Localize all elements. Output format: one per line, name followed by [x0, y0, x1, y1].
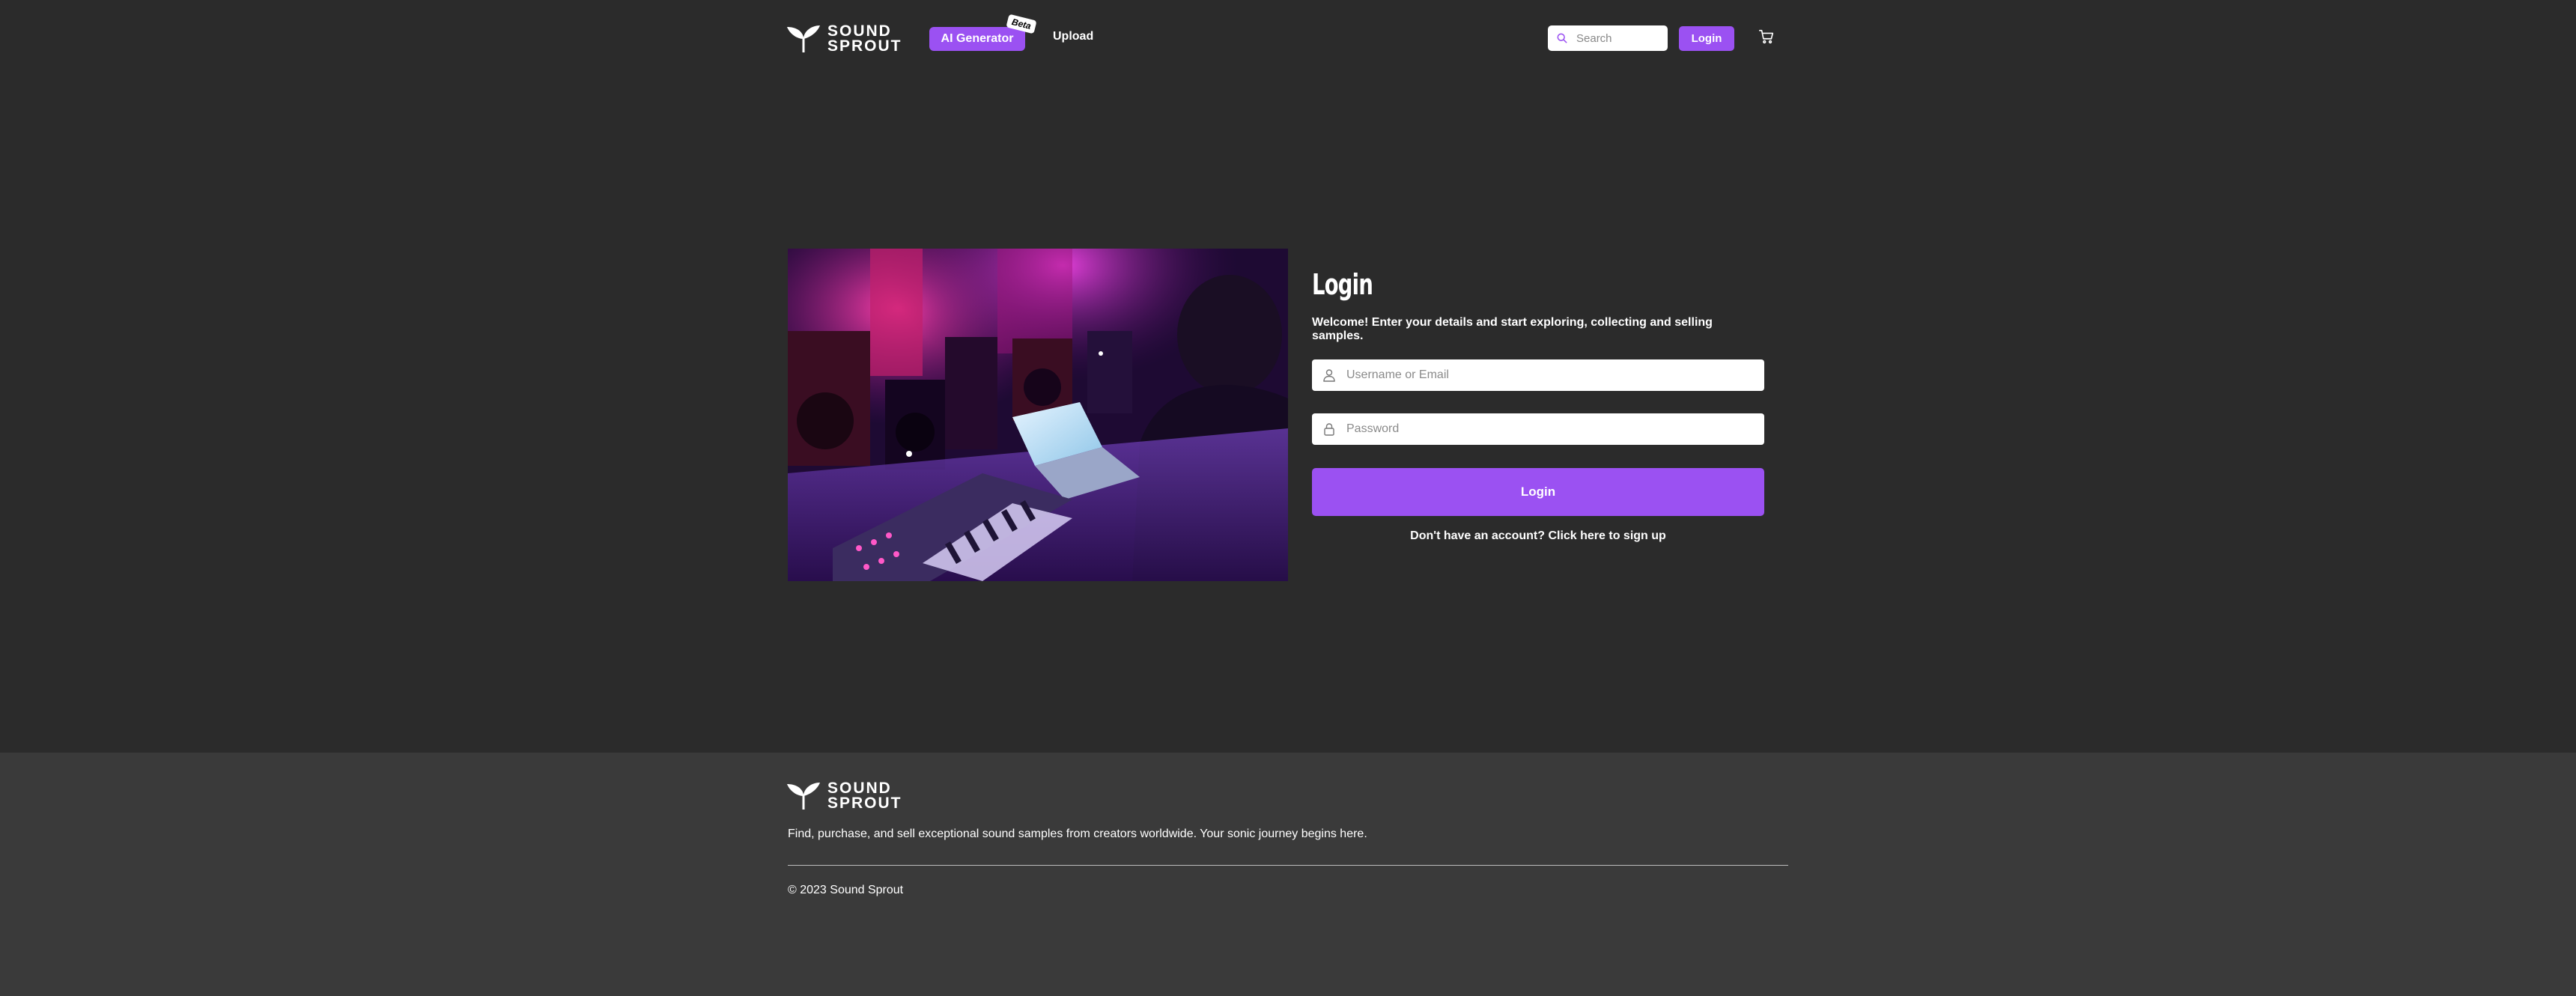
sprout-icon: [787, 25, 820, 52]
username-field[interactable]: [1312, 359, 1764, 391]
search-input[interactable]: [1575, 31, 1668, 46]
footer-divider: [788, 865, 1788, 866]
password-input[interactable]: [1345, 422, 1752, 437]
copyright-text: © 2023 Sound Sprout: [788, 884, 904, 896]
ai-generator-label: AI Generator: [941, 32, 1014, 45]
username-input[interactable]: [1345, 368, 1752, 383]
footer-logo[interactable]: SOUND SPROUT: [787, 780, 902, 812]
beta-badge: Beta: [1006, 13, 1037, 34]
site-logo[interactable]: SOUND SPROUT: [787, 22, 902, 55]
sprout-icon: [787, 783, 820, 810]
welcome-text: Welcome! Enter your details and start ex…: [1312, 316, 1713, 342]
site-footer: SOUND SPROUT Find, purchase, and sell ex…: [0, 753, 2576, 996]
header-login-button[interactable]: Login: [1679, 26, 1734, 51]
login-title: Login: [1312, 268, 1373, 301]
login-submit-button[interactable]: Login: [1312, 468, 1764, 516]
ai-generator-button[interactable]: AI Generator Beta: [929, 13, 1037, 51]
logo-wordmark: SOUND SPROUT: [827, 22, 902, 55]
search-icon: [1557, 33, 1567, 43]
footer-logo-wordmark: SOUND SPROUT: [827, 780, 902, 812]
cart-icon[interactable]: [1758, 28, 1775, 49]
login-panel: Login Welcome! Enter your details and st…: [1312, 255, 1764, 543]
studio-photo: [788, 249, 1288, 581]
signup-link[interactable]: Don't have an account? Click here to sig…: [1312, 529, 1764, 543]
password-field[interactable]: [1312, 413, 1764, 445]
site-header: SOUND SPROUT AI Generator Beta Upload Lo…: [0, 0, 2576, 75]
footer-tagline: Find, purchase, and sell exceptional sou…: [788, 828, 1367, 840]
user-icon: [1323, 369, 1335, 382]
lock-icon: [1324, 423, 1334, 436]
search-box[interactable]: [1548, 25, 1668, 51]
upload-link[interactable]: Upload: [1053, 30, 1093, 43]
